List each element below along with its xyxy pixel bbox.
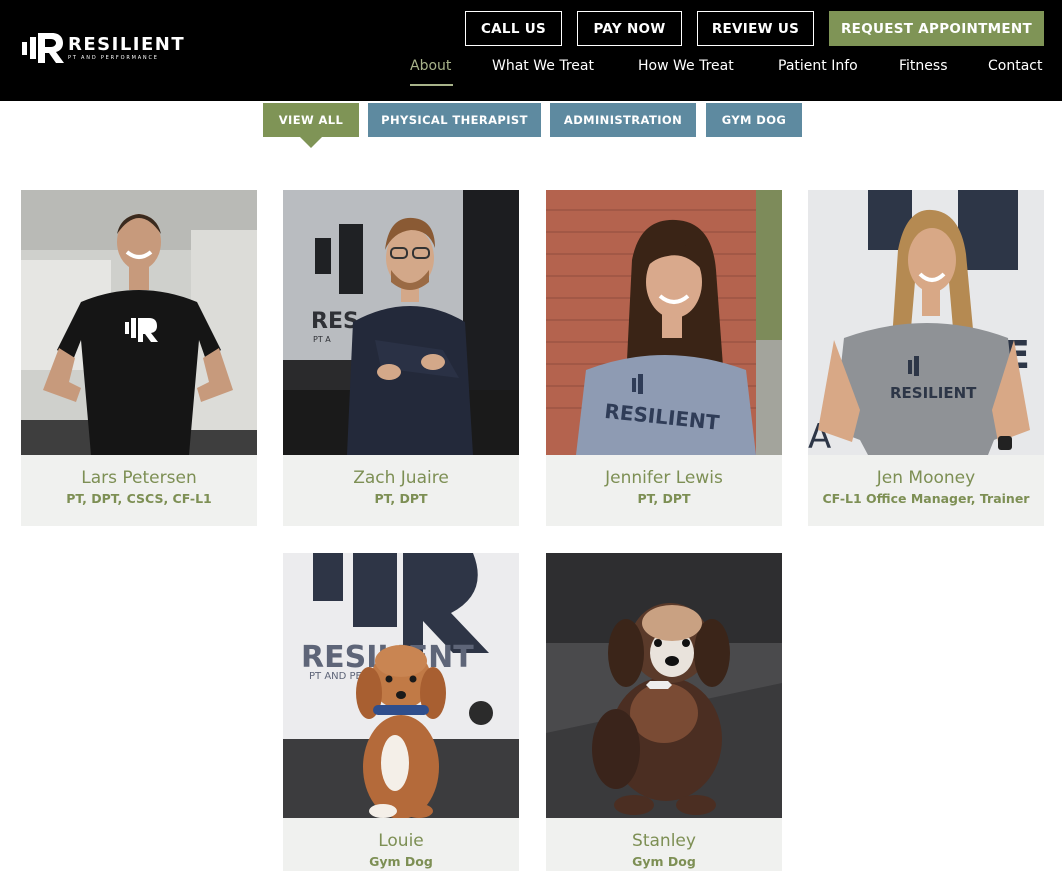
team-member-photo: A E RESILIENT: [808, 190, 1044, 455]
team-card[interactable]: RESILIENT Jennifer Lewis PT, DPT: [546, 190, 782, 526]
team-member-name: Jennifer Lewis: [605, 468, 723, 488]
nav-what-we-treat[interactable]: What We Treat: [492, 58, 594, 74]
logo-mark-icon: [22, 33, 64, 63]
nav-about[interactable]: About: [410, 58, 451, 74]
brand-tagline: PT AND PERFORMANCE: [68, 54, 159, 61]
filter-physical-therapist[interactable]: PHYSICAL THERAPIST: [368, 103, 541, 137]
nav-contact[interactable]: Contact: [988, 58, 1042, 74]
filter-administration[interactable]: ADMINISTRATION: [550, 103, 696, 137]
brand-logo[interactable]: RESILIENT PT AND PERFORMANCE: [22, 33, 185, 63]
team-member-name: Louie: [378, 831, 424, 851]
call-us-button[interactable]: CALL US: [465, 11, 562, 46]
team-card[interactable]: A E RESILIENT Jen Mooney CF-L1 Office Ma…: [808, 190, 1044, 526]
team-card[interactable]: RES PT A Zach Juaire PT, DPT: [283, 190, 519, 526]
team-member-name: Stanley: [632, 831, 696, 851]
nav-how-we-treat[interactable]: How We Treat: [638, 58, 734, 74]
active-filter-pointer: [300, 137, 322, 148]
site-header: RESILIENT PT AND PERFORMANCE CALL US PAY…: [0, 0, 1062, 101]
team-member-photo: RESILIENT: [546, 190, 782, 455]
team-member-role: PT, DPT: [637, 491, 691, 506]
team-member-photo: RESILIENT PT AND PERFORMANCE: [283, 553, 519, 818]
nav-active-indicator: [410, 84, 453, 86]
request-appointment-button[interactable]: REQUEST APPOINTMENT: [829, 11, 1044, 46]
team-member-role: Gym Dog: [369, 854, 433, 869]
team-card[interactable]: RESILIENT PT AND PERFORMANCE Louie Gym D…: [283, 553, 519, 871]
svg-text:RESILIENT: RESILIENT: [890, 384, 977, 402]
team-member-role: PT, DPT, CSCS, CF-L1: [66, 491, 212, 506]
review-us-button[interactable]: REVIEW US: [697, 11, 814, 46]
team-member-photo: RES PT A: [283, 190, 519, 455]
team-member-photo: [21, 190, 257, 455]
filter-gym-dog[interactable]: GYM DOG: [706, 103, 802, 137]
team-member-name: Lars Petersen: [81, 468, 197, 488]
team-card[interactable]: Lars Petersen PT, DPT, CSCS, CF-L1: [21, 190, 257, 526]
team-card[interactable]: Stanley Gym Dog: [546, 553, 782, 871]
svg-text:RES: RES: [311, 309, 359, 334]
pay-now-button[interactable]: PAY NOW: [577, 11, 682, 46]
brand-name: RESILIENT: [68, 33, 186, 55]
team-member-name: Jen Mooney: [876, 468, 976, 488]
team-member-role: CF-L1 Office Manager, Trainer: [822, 491, 1030, 506]
team-member-name: Zach Juaire: [353, 468, 449, 488]
team-member-role: PT, DPT: [374, 491, 428, 506]
filter-view-all[interactable]: VIEW ALL: [263, 103, 359, 137]
team-member-photo: [546, 553, 782, 818]
team-member-role: Gym Dog: [632, 854, 696, 869]
nav-fitness[interactable]: Fitness: [899, 58, 948, 74]
nav-patient-info[interactable]: Patient Info: [778, 58, 858, 74]
svg-text:PT A: PT A: [313, 335, 331, 344]
